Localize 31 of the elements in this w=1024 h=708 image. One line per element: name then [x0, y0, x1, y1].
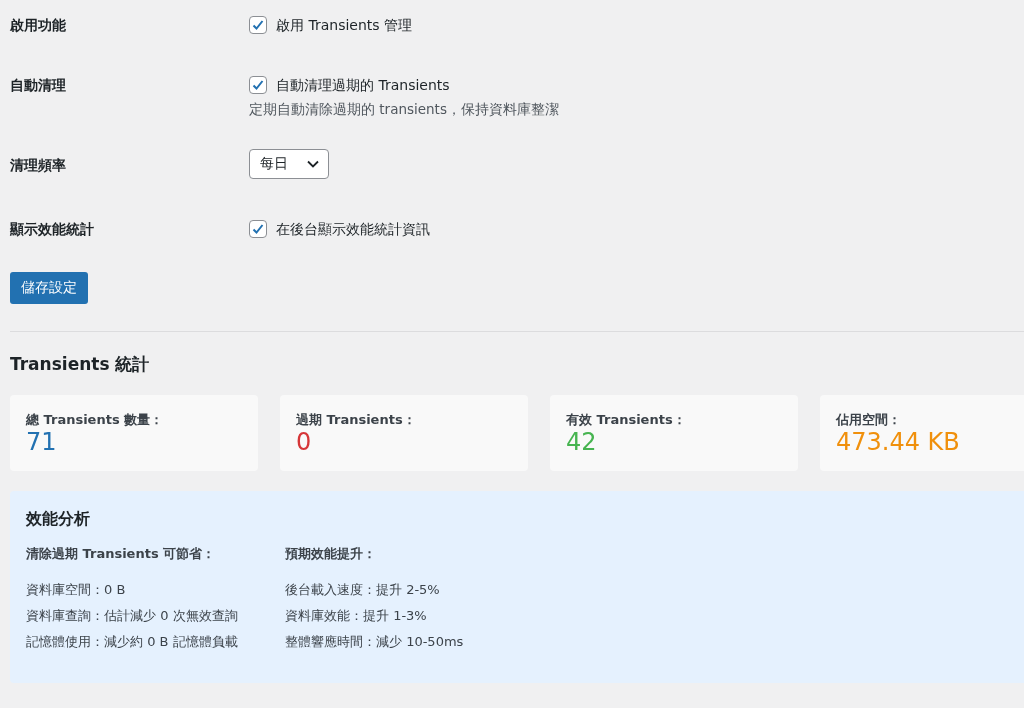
checkbox-label[interactable]: 啟用 Transients 管理 — [276, 15, 413, 35]
analysis-line: 資料庫效能：提升 1-3% — [285, 607, 428, 625]
analysis-line: 資料庫空間：0 B — [26, 581, 127, 599]
stat-value: 42 — [566, 428, 598, 456]
stat-label: 過期 Transients： — [296, 412, 417, 428]
stat-value: 71 — [26, 428, 58, 456]
frequency-select[interactable]: 每日 — [249, 149, 329, 179]
analysis-line: 資料庫查詢：估計減少 0 次無效查詢 — [26, 607, 239, 625]
setting-label: 自動清理 — [10, 76, 67, 95]
analysis-line: 後台載入速度：提升 2-5% — [285, 581, 441, 599]
checkbox-label[interactable]: 在後台顯示效能統計資訊 — [276, 219, 430, 239]
checkbox[interactable] — [249, 76, 267, 94]
stat-value: 473.44 KB — [836, 428, 961, 456]
column-heading: 清除過期 Transients 可節省： — [26, 545, 217, 563]
analysis-line: 記憶體使用：減少約 0 B 記憶體負載 — [26, 633, 239, 651]
stat-label: 佔用空間： — [836, 412, 902, 428]
analysis-line: 整體響應時間：減少 10-50ms — [285, 633, 465, 651]
stat-label: 總 Transients 數量： — [26, 412, 165, 428]
column-heading: 預期效能提升： — [285, 545, 377, 563]
setting-label: 啟用功能 — [10, 16, 67, 35]
checkbox[interactable] — [249, 16, 267, 34]
checkbox[interactable] — [249, 220, 267, 238]
setting-label: 顯示效能統計 — [10, 220, 95, 239]
stat-value: 0 — [296, 428, 313, 456]
section-heading: Transients 統計 — [10, 353, 151, 376]
setting-description: 定期自動清除過期的 transients，保持資料庫整潔 — [249, 101, 559, 119]
stat-label: 有效 Transients： — [566, 412, 687, 428]
setting-label: 清理頻率 — [10, 156, 67, 175]
panel-heading: 效能分析 — [26, 508, 91, 530]
save-settings-button[interactable]: 儲存設定 — [10, 272, 88, 304]
checkbox-label[interactable]: 自動清理過期的 Transients — [276, 75, 450, 95]
